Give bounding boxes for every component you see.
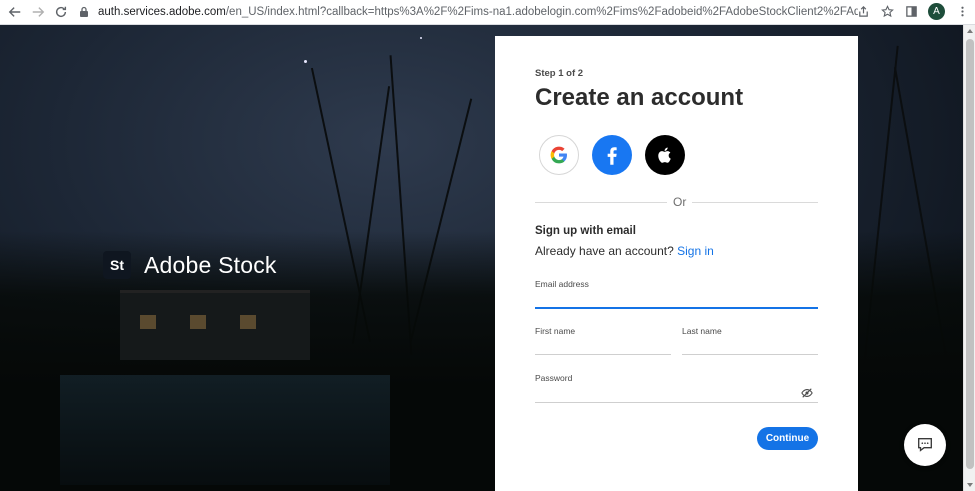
back-icon[interactable]	[4, 1, 26, 23]
page-scrollbar[interactable]	[963, 25, 975, 491]
email-label: Email address	[535, 279, 589, 289]
last-name-field[interactable]	[682, 339, 818, 355]
facebook-icon	[607, 147, 617, 165]
sign-in-link[interactable]: Sign in	[677, 244, 714, 258]
have-account-text: Already have an account? Sign in	[535, 244, 714, 258]
house-window	[140, 315, 156, 329]
continue-button[interactable]: Continue	[757, 427, 818, 450]
apple-signin-button[interactable]	[645, 135, 685, 175]
eye-slash-icon[interactable]	[801, 387, 813, 399]
google-icon	[550, 146, 567, 164]
password-label: Password	[535, 373, 573, 383]
chat-icon	[918, 438, 932, 452]
scroll-thumb[interactable]	[966, 39, 974, 469]
have-account-label: Already have an account?	[535, 244, 674, 258]
star-icon[interactable]	[880, 5, 894, 19]
lake-reflection	[60, 375, 390, 485]
step-indicator: Step 1 of 2	[535, 68, 584, 79]
share-icon[interactable]	[856, 5, 870, 19]
password-field[interactable]	[535, 387, 818, 403]
or-text: Or	[667, 195, 693, 209]
google-signin-button[interactable]	[539, 135, 579, 175]
adobe-stock-logo: St	[103, 251, 131, 279]
facebook-signin-button[interactable]	[592, 135, 632, 175]
house-window	[190, 315, 206, 329]
browser-toolbar: auth.services.adobe.com/en_US/index.html…	[0, 0, 975, 25]
first-name-label: First name	[535, 326, 576, 336]
sidepanel-icon[interactable]	[904, 5, 918, 19]
brand: St Adobe Stock	[103, 251, 277, 279]
scroll-down-icon[interactable]	[967, 483, 973, 487]
last-name-label: Last name	[682, 326, 722, 336]
address-bar[interactable]: auth.services.adobe.com/en_US/index.html…	[78, 2, 898, 22]
profile-avatar[interactable]: A	[928, 3, 945, 20]
house-window	[240, 315, 256, 329]
star-decoration	[420, 37, 422, 39]
chat-button[interactable]	[904, 424, 946, 466]
first-name-field[interactable]	[535, 339, 671, 355]
forward-icon[interactable]	[27, 1, 49, 23]
signup-card: Step 1 of 2 Create an account Or Sign up…	[495, 36, 858, 491]
email-field[interactable]	[535, 293, 818, 309]
lock-icon[interactable]	[78, 6, 90, 18]
url-text[interactable]: auth.services.adobe.com/en_US/index.html…	[98, 6, 858, 18]
star-decoration	[304, 60, 307, 63]
menu-icon[interactable]	[955, 5, 969, 19]
brand-name: Adobe Stock	[144, 251, 277, 278]
signup-heading: Sign up with email	[535, 225, 636, 237]
page-title: Create an account	[535, 84, 744, 111]
reload-icon[interactable]	[50, 1, 72, 23]
apple-icon	[658, 147, 671, 163]
scroll-up-icon[interactable]	[967, 29, 973, 33]
